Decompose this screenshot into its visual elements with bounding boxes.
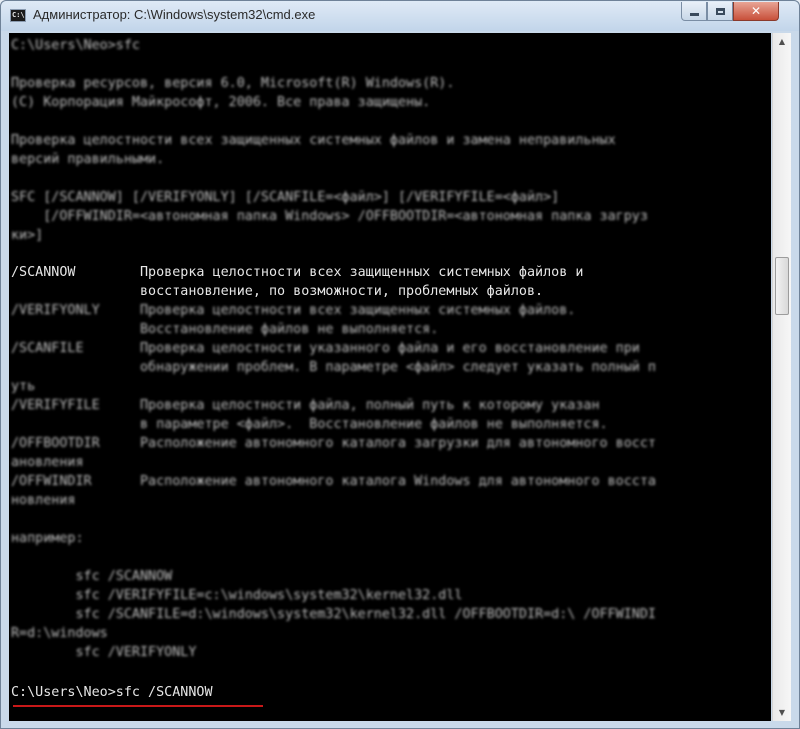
console-line: (C) Корпорация Майкрософт, 2006. Все пра…	[11, 95, 431, 110]
console-line: уть	[11, 379, 36, 394]
console-line: sfc /VERIFYONLY	[11, 645, 197, 660]
console-line: версий правильными.	[11, 152, 165, 167]
console-line: /OFFWINDIR Расположение автономного ката…	[11, 474, 656, 489]
scroll-down-arrow-icon[interactable]: ▼	[773, 704, 791, 721]
console-line: sfc /SCANFILE=d:\windows\system32\kernel…	[11, 607, 656, 622]
console-line: C:\Users\Neo>sfc /SCANNOW	[11, 685, 213, 700]
console-line: обнаружении проблем. В параметре <файл> …	[11, 360, 656, 375]
console-line: новления	[11, 493, 76, 508]
console-line: Проверка целостности всех защищенных сис…	[11, 133, 616, 148]
console-line: /OFFBOOTDIR Расположение автономного кат…	[11, 436, 656, 451]
title-bar[interactable]: C:\ Администратор: C:\Windows\system32\c…	[1, 1, 799, 31]
console-line: /SCANNOW Проверка целостности всех защищ…	[11, 265, 584, 280]
console-line: /SCANFILE Проверка целостности указанног…	[11, 341, 640, 356]
maximize-button[interactable]	[707, 2, 733, 21]
cmd-app-icon[interactable]: C:\	[10, 9, 26, 22]
console-line: /VERIFYONLY Проверка целостности всех за…	[11, 303, 576, 318]
scroll-thumb[interactable]	[775, 257, 789, 315]
vertical-scrollbar[interactable]: ▲ ▼	[772, 33, 791, 721]
console-line: ки>]	[11, 228, 44, 243]
console-line: восстановление, по возможности, проблемн…	[11, 284, 544, 299]
console-output[interactable]: C:\Users\Neo>sfc Проверка ресурсов, верси…	[9, 33, 771, 721]
console-line: например:	[11, 531, 84, 546]
maximize-icon	[715, 7, 725, 15]
console-line: /VERIFYFILE Проверка целостности файла, …	[11, 398, 600, 413]
scroll-up-arrow-icon[interactable]: ▲	[773, 33, 791, 50]
console-line: R=d:\windows	[11, 626, 108, 641]
command-underline-mark	[13, 705, 263, 707]
cmd-window: C:\ Администратор: C:\Windows\system32\c…	[0, 0, 800, 729]
close-icon: ✕	[750, 4, 762, 18]
window-title: Администратор: C:\Windows\system32\cmd.e…	[33, 7, 316, 22]
console-line: C:\Users\Neo>sfc	[11, 38, 140, 53]
console-line: ановления	[11, 455, 84, 470]
minimize-button[interactable]	[681, 2, 707, 21]
minimize-icon	[689, 12, 699, 16]
console-line: SFC [/SCANNOW] [/VERIFYONLY] [/SCANFILE=…	[11, 190, 560, 205]
console-line: [/OFFWINDIR=<автономная папка Windows> /…	[11, 209, 648, 224]
console-line: Восстановление файлов не выполняется.	[11, 322, 439, 337]
close-button[interactable]: ✕	[733, 2, 779, 21]
console-line: sfc /VERIFYFILE=c:\windows\system32\kern…	[11, 588, 463, 603]
console-line: Проверка ресурсов, версия 6.0, Microsoft…	[11, 76, 455, 91]
console-line: в параметре <файл>. Восстановление файло…	[11, 417, 608, 432]
console-line: sfc /SCANNOW	[11, 569, 173, 584]
